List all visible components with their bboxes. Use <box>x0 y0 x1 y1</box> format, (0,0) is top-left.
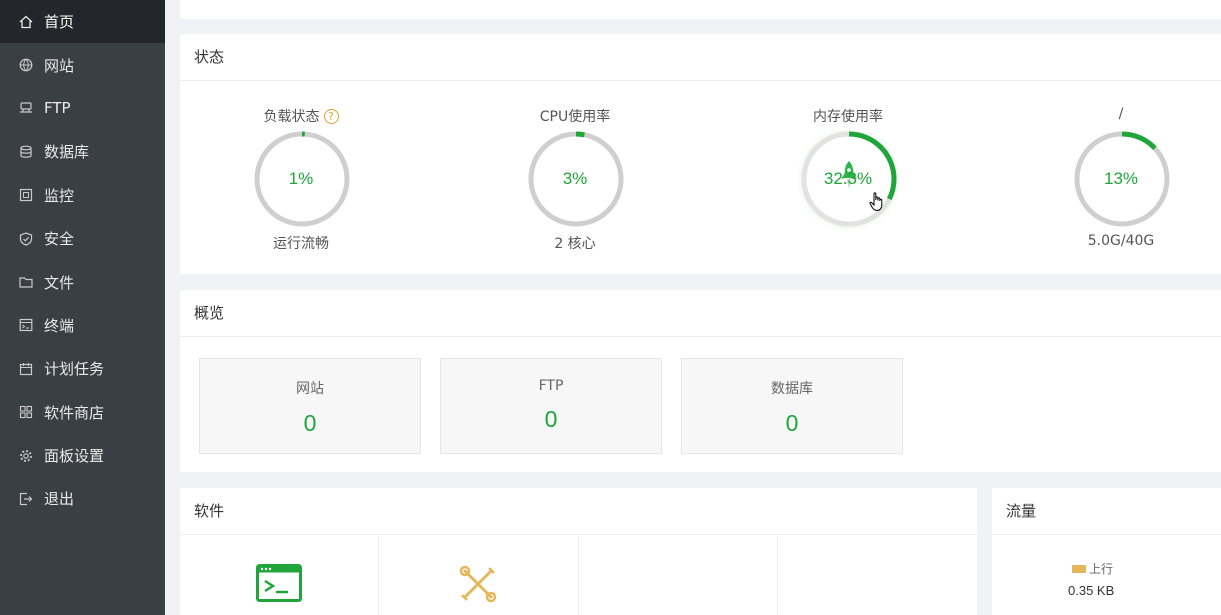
calendar-icon <box>19 362 33 376</box>
software-item[interactable] <box>180 536 380 615</box>
sidebar-item-label: 文件 <box>44 273 75 292</box>
shield-icon <box>19 232 33 246</box>
gauge-subtext: 5.0G/40G <box>1087 233 1155 249</box>
sidebar-item-label: 软件商店 <box>44 403 105 422</box>
gauge-value: 1% <box>288 169 314 188</box>
database-icon <box>19 145 33 159</box>
traffic-value: 0.35 KB <box>1068 583 1115 598</box>
sidebar-item-logout[interactable]: 退出 <box>0 477 165 520</box>
overview-card-value: 0 <box>785 410 799 436</box>
terminal-icon <box>19 318 33 332</box>
gauge-title: CPU使用率 <box>539 109 611 125</box>
home-icon <box>19 15 33 29</box>
overview-card-website[interactable]: 网站 0 <box>199 358 421 454</box>
sidebar-item-files[interactable]: 文件 <box>0 260 165 303</box>
hand-cursor-icon <box>869 192 883 212</box>
ftp-icon <box>19 101 33 115</box>
sidebar-item-label: 数据库 <box>44 143 90 162</box>
gauge-title: / <box>1118 106 1124 122</box>
overview-card-value: 0 <box>544 406 558 432</box>
sidebar-item-cron[interactable]: 计划任务 <box>0 347 165 390</box>
grid-icon <box>19 405 33 419</box>
overview-card-label: 网站 <box>296 381 324 397</box>
traffic-title: 流量 <box>992 488 1221 535</box>
sidebar-item-terminal[interactable]: 终端 <box>0 304 165 347</box>
sidebar-item-label: 面板设置 <box>44 447 105 466</box>
software-panel: 软件 <box>180 488 977 615</box>
sidebar-item-label: 安全 <box>44 230 75 249</box>
sidebar-item-label: 网站 <box>44 56 75 75</box>
overview-panel: 概览 网站 0 FTP 0 数据库 0 <box>180 290 1221 472</box>
overview-card-database[interactable]: 数据库 0 <box>681 358 903 454</box>
sidebar-item-label: 计划任务 <box>44 360 105 379</box>
overview-card-label: 数据库 <box>771 381 813 397</box>
software-item[interactable] <box>579 536 778 615</box>
gauge-title: 内存使用率 <box>813 109 883 125</box>
overview-card-value: 0 <box>303 410 317 436</box>
gauge-value: 3% <box>562 169 588 188</box>
software-title: 软件 <box>180 488 977 535</box>
gear-icon <box>19 449 33 463</box>
sidebar-item-monitor[interactable]: 监控 <box>0 174 165 217</box>
sidebar-item-ftp[interactable]: FTP <box>0 87 165 130</box>
status-title: 状态 <box>180 34 1221 81</box>
gauge-subtext: 2 核心 <box>554 236 596 252</box>
gauge-value: 13% <box>1103 169 1139 188</box>
sidebar-item-label: 首页 <box>44 13 75 32</box>
sidebar: 首页 网站 FTP 数据库 监控 安全 文件 终端 计划任务 软件商店 面板设置 <box>0 0 165 615</box>
software-item[interactable] <box>778 536 977 615</box>
terminal-app-icon <box>256 564 303 602</box>
sidebar-item-label: FTP <box>44 99 71 118</box>
globe-icon <box>19 58 33 72</box>
sidebar-item-label: 退出 <box>44 490 75 509</box>
software-grid <box>180 536 977 615</box>
sidebar-item-website[interactable]: 网站 <box>0 43 165 86</box>
sidebar-item-settings[interactable]: 面板设置 <box>0 434 165 477</box>
traffic-legend-label: 上行 <box>1089 562 1114 576</box>
gauge-value: 32.3% <box>823 169 873 188</box>
sidebar-item-security[interactable]: 安全 <box>0 217 165 260</box>
tools-icon <box>460 565 497 603</box>
gauge-subtext: 运行流畅 <box>273 236 329 252</box>
help-icon[interactable]: ? <box>323 108 339 124</box>
sidebar-item-label: 终端 <box>44 316 75 335</box>
overview-card-label: FTP <box>538 378 564 394</box>
sidebar-item-home[interactable]: 首页 <box>0 0 165 44</box>
gauge-title: 负载状态 <box>263 109 320 125</box>
traffic-panel: 流量 上行 0.35 KB <box>992 488 1221 615</box>
logout-icon <box>19 492 33 506</box>
traffic-legend[interactable]: 上行 <box>1072 560 1113 577</box>
upload-swatch <box>1072 564 1086 573</box>
folder-icon <box>19 275 33 289</box>
sidebar-item-store[interactable]: 软件商店 <box>0 391 165 434</box>
overview-card-ftp[interactable]: FTP 0 <box>440 358 662 454</box>
overview-title: 概览 <box>180 290 1221 337</box>
monitor-icon <box>19 188 33 202</box>
status-panel: 状态 负载状态? 1% 运行流畅 CPU使用率 3% 2 核心 内存使用率 32… <box>180 34 1221 274</box>
top-info-panel <box>180 0 1221 19</box>
sidebar-item-database[interactable]: 数据库 <box>0 130 165 173</box>
sidebar-item-label: 监控 <box>44 186 75 205</box>
software-item[interactable] <box>379 536 579 615</box>
